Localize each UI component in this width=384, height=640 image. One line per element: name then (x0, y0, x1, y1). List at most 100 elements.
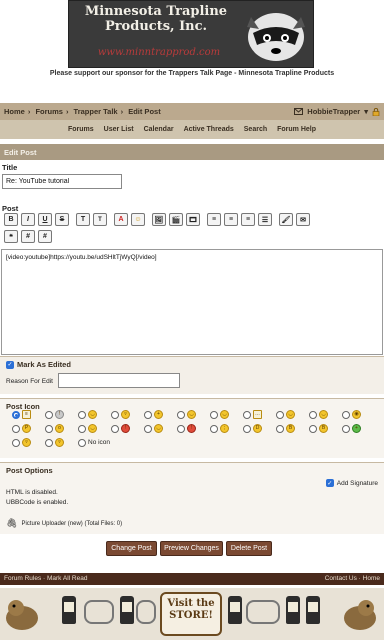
spoiler-icon[interactable]: 🖌 (279, 213, 293, 226)
post-icon-radio[interactable] (111, 410, 119, 419)
menu-user-list[interactable]: User List (104, 126, 134, 133)
change-post-button[interactable]: Change Post (106, 541, 157, 556)
strikethrough-button[interactable]: S (55, 213, 69, 226)
chevron-down-icon[interactable]: ▾ (364, 107, 368, 116)
post-icon-option[interactable]: P (12, 424, 45, 433)
post-icon-option[interactable]: o (45, 424, 78, 433)
post-icon-option[interactable]: ! (177, 424, 210, 433)
font-size-button[interactable]: T (76, 213, 90, 226)
username-link[interactable]: HobbieTrapper (307, 107, 360, 116)
align-center-icon[interactable]: ≡ (224, 213, 238, 226)
quote-icon[interactable]: ❝ (4, 230, 18, 243)
picture-uploader-link[interactable]: Picture Uploader (new) (Total Files: 0) (21, 521, 122, 527)
menu-forum-help[interactable]: Forum Help (277, 126, 316, 133)
post-icon-option[interactable]: ; (210, 424, 243, 433)
post-icon-radio[interactable] (210, 410, 218, 419)
menu-active-threads[interactable]: Active Threads (184, 126, 234, 133)
post-icon-option[interactable]: B (276, 424, 309, 433)
breadcrumb-trapper-talk[interactable]: Trapper Talk (74, 107, 118, 116)
post-icon-radio[interactable] (342, 424, 350, 433)
post-icon-option[interactable]: ▿ (45, 438, 78, 447)
no-icon-option[interactable]: No icon (78, 438, 144, 447)
code-icon[interactable]: # (21, 230, 35, 243)
font-color-button[interactable]: A (114, 213, 128, 226)
post-icon-option[interactable]: ≡ (12, 410, 45, 419)
post-icon-radio[interactable] (177, 410, 185, 419)
post-body-textarea[interactable]: [video:youtube]https://youtu.be/udSHltTj… (1, 249, 383, 355)
breadcrumb-home[interactable]: Home (4, 107, 25, 116)
post-icon-radio[interactable] (78, 410, 86, 419)
align-left-icon[interactable]: ≡ (207, 213, 221, 226)
post-icon-radio[interactable] (243, 424, 251, 433)
post-icon-option[interactable]: ▿ (12, 438, 45, 447)
preview-changes-button[interactable]: Preview Changes (160, 541, 223, 556)
post-icon-option[interactable]: ◡ (177, 410, 210, 419)
post-icon-radio[interactable] (45, 410, 53, 419)
italic-button[interactable]: I (21, 213, 35, 226)
post-icon-option[interactable]: ▿ (111, 410, 144, 419)
image-icon[interactable]: 🖼 (152, 213, 166, 226)
menu-calendar[interactable]: Calendar (144, 126, 174, 133)
post-icon-radio[interactable] (144, 424, 152, 433)
title-input[interactable] (2, 174, 122, 189)
post-icon-option[interactable]: ◉ (342, 410, 375, 419)
post-icon-option[interactable]: ◡ (144, 424, 177, 433)
menu-forums[interactable]: Forums (68, 126, 94, 133)
breadcrumb-forums[interactable]: Forums (35, 107, 63, 116)
post-icon-radio[interactable] (276, 424, 284, 433)
font-face-button[interactable]: T (93, 213, 107, 226)
post-icon-option[interactable]: + (342, 424, 375, 433)
post-icon-radio[interactable] (210, 424, 218, 433)
post-icon-radio[interactable] (12, 424, 20, 433)
post-icon-radio[interactable] (243, 410, 251, 419)
post-icon-option[interactable]: ! (111, 424, 144, 433)
post-icon-option[interactable]: + (144, 410, 177, 419)
mail-icon[interactable] (294, 108, 304, 115)
align-right-icon[interactable]: ≡ (241, 213, 255, 226)
footer-left-links[interactable]: Forum Rules · Mark All Read (4, 575, 87, 582)
media-icon[interactable]: 🎞 (186, 213, 200, 226)
post-icon-radio[interactable] (309, 424, 317, 433)
no-icon-radio[interactable] (78, 438, 86, 447)
post-icon-option[interactable]: D (243, 424, 276, 433)
reason-input[interactable] (58, 373, 180, 388)
store-banner[interactable]: Visit the STORE! (0, 588, 384, 640)
post-icon-option[interactable]: ! (45, 410, 78, 419)
smiley-button[interactable]: ☺ (131, 213, 145, 226)
underline-button[interactable]: U (38, 213, 52, 226)
footer-right-links[interactable]: Contact Us · Home (325, 575, 380, 582)
post-icon-radio[interactable] (78, 424, 86, 433)
post-icon-option[interactable]: … (243, 410, 276, 419)
post-icon-option[interactable]: ◡ (276, 410, 309, 419)
post-icon-radio[interactable] (144, 410, 152, 419)
post-icon-radio[interactable] (12, 438, 20, 447)
laugh-icon: D (253, 424, 262, 433)
bold-button[interactable]: B (4, 213, 18, 226)
post-icon-radio[interactable] (342, 410, 350, 419)
post-icon-option[interactable]: ◡ (210, 410, 243, 419)
post-icon-radio[interactable] (45, 438, 53, 447)
post-icon-radio[interactable] (111, 424, 119, 433)
video-icon[interactable]: 🎬 (169, 213, 183, 226)
doc-icon: ≡ (22, 410, 31, 419)
post-icon-option[interactable]: ◡ (78, 424, 111, 433)
post-icon-radio[interactable] (177, 424, 185, 433)
email-icon[interactable]: ✉ (296, 213, 310, 226)
post-icon-option[interactable]: ◡ (78, 410, 111, 419)
sponsor-logo[interactable]: Minnesota Trapline Products, Inc. www.mi… (68, 0, 314, 68)
mark-as-edited-checkbox[interactable]: ✓ (6, 360, 14, 369)
list-icon[interactable]: ☰ (258, 213, 272, 226)
post-icon-option[interactable]: ◡ (309, 410, 342, 419)
lock-icon[interactable] (372, 107, 380, 116)
post-icon-option[interactable]: B (309, 424, 342, 433)
menu-search[interactable]: Search (244, 126, 267, 133)
delete-post-button[interactable]: Delete Post (226, 541, 272, 556)
hashtag-icon[interactable]: # (38, 230, 52, 243)
ubbcode-status: UBBCode is enabled. (6, 499, 69, 506)
post-icon-radio[interactable] (12, 410, 20, 419)
visit-store-sign[interactable]: Visit the STORE! (160, 592, 222, 636)
post-icon-radio[interactable] (276, 410, 284, 419)
post-icon-radio[interactable] (309, 410, 317, 419)
add-signature-checkbox[interactable]: ✓ (325, 479, 334, 487)
post-icon-radio[interactable] (45, 424, 53, 433)
